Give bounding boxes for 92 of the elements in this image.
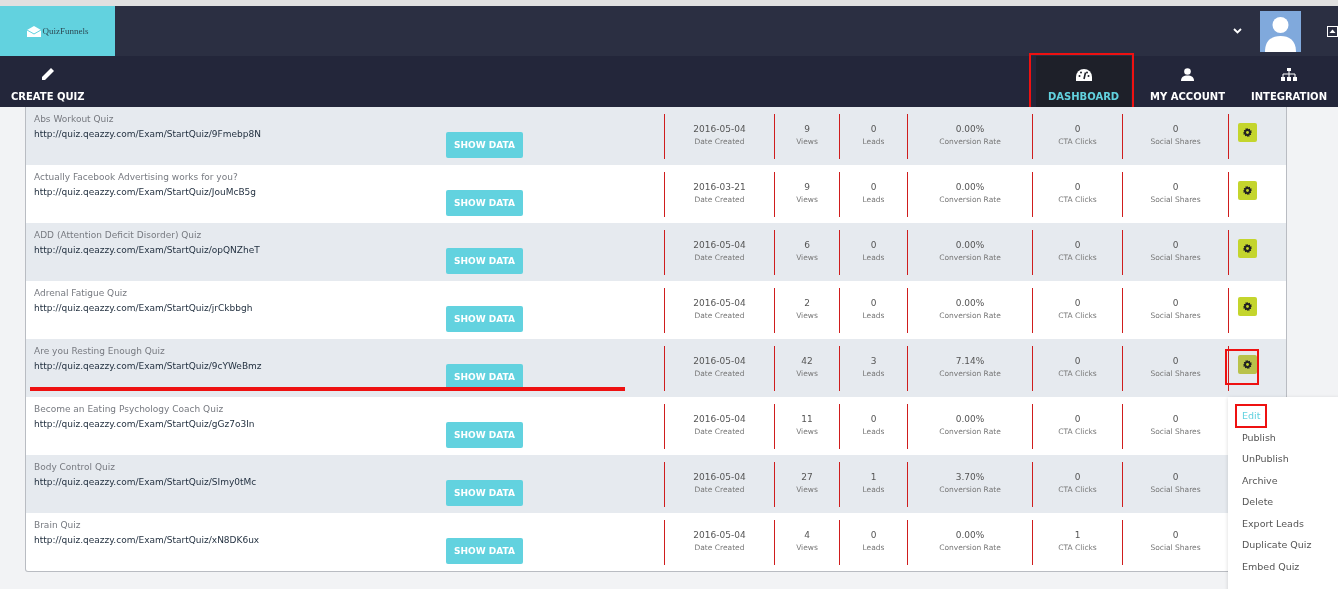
collapse-icon[interactable] (1327, 25, 1338, 37)
stat-value: 0 (1074, 240, 1081, 250)
quiz-name: Abs Workout Quiz (34, 114, 115, 124)
stat-value: 0 (1172, 240, 1179, 250)
stat-value: 0 (1074, 124, 1081, 134)
stat-value: 0 (1172, 356, 1179, 366)
menu-item[interactable]: Delete (1228, 491, 1288, 513)
stat-value: 2 (804, 298, 810, 308)
stat-value: 9 (804, 124, 810, 134)
quiz-link[interactable]: http://quiz.qeazzy.com/Exam/StartQuiz/9cYWeBmz (34, 361, 446, 371)
menu-item[interactable]: Embed Quiz (1228, 555, 1314, 577)
envelope-icon (26, 25, 41, 37)
settings-button[interactable] (1238, 297, 1257, 316)
gear-icon (1243, 360, 1252, 369)
quiz-name: Brain Quiz (34, 520, 82, 530)
stat-value: 0 (870, 124, 877, 134)
pencil-icon (40, 67, 55, 81)
quiz-link[interactable]: http://quiz.qeazzy.com/Exam/StartQuiz/xN8DK6ux (34, 535, 446, 545)
stat-value: 9 (804, 182, 810, 192)
sitemap-icon (1281, 68, 1297, 81)
quiz-link[interactable]: http://quiz.qeazzy.com/Exam/StartQuiz/jrCkbbgh (34, 303, 446, 313)
stat-value: 2016-05-04 (693, 356, 746, 366)
quiz-link[interactable]: http://quiz.qeazzy.com/Exam/StartQuiz/SImy0tMc (34, 477, 446, 487)
stat-value: 0 (1074, 472, 1081, 482)
quiz-name: Become an Eating Psychology Coach Quiz (34, 404, 225, 414)
stat-value: 11 (801, 414, 813, 424)
stat-value: 42 (801, 356, 813, 366)
menu-item[interactable]: Publish (1228, 426, 1290, 448)
gauge-icon (1075, 69, 1092, 81)
menu-item[interactable]: Archive (1228, 469, 1292, 491)
gear-icon (1243, 128, 1252, 137)
stat-value: 0 (870, 240, 877, 250)
stat-value: 0.00% (955, 530, 985, 540)
quiz-link[interactable]: http://quiz.qeazzy.com/Exam/StartQuiz/9Fmebp8N (34, 129, 446, 139)
stat-value: 0.00% (955, 182, 985, 192)
stat-value: 0 (870, 182, 877, 192)
stat-value: 3 (870, 356, 877, 366)
quiz-link[interactable]: http://quiz.qeazzy.com/Exam/StartQuiz/gGz7o3In (34, 419, 446, 429)
quiz-link[interactable]: http://quiz.qeazzy.com/Exam/StartQuiz/opQNZheT (34, 245, 446, 255)
stat-value: 0.00% (955, 124, 985, 134)
quiz-name: Adrenal Fatigue Quiz (34, 288, 129, 298)
menu-item[interactable]: UnPublish (1228, 448, 1303, 470)
stat-value: 3.70% (955, 472, 985, 482)
stat-value: 0 (870, 414, 877, 424)
stat-value: 0 (1172, 298, 1179, 308)
stat-value: 7.14% (955, 356, 985, 366)
quiz-name: Are you Resting Enough Quiz (34, 346, 166, 356)
stat-value: 0 (1172, 124, 1179, 134)
stat-value: 4 (804, 530, 810, 540)
stat-value: 2016-03-21 (693, 182, 746, 192)
quiz-name: ADD (Attention Deficit Disorder) Quiz (34, 230, 203, 240)
stat-value: 2016-05-04 (693, 472, 746, 482)
quiz-name: Actually Facebook Advertising works for you? (34, 172, 239, 182)
stat-value: 2016-05-04 (693, 124, 746, 134)
stat-value: 0 (1172, 530, 1179, 540)
stat-value: 0 (870, 530, 877, 540)
user-icon (1181, 68, 1194, 81)
nav-tab[interactable]: MY ACCOUNT (1139, 56, 1236, 107)
stat-value: 6 (804, 240, 810, 250)
menu-item[interactable]: Duplicate Quiz (1228, 534, 1326, 556)
stat-value: 0.00% (955, 240, 985, 250)
stat-value: 0 (1074, 356, 1081, 366)
nav-tab[interactable]: INTEGRATION (1239, 56, 1338, 107)
stat-value: 0 (1074, 414, 1081, 424)
stat-value: 2016-05-04 (693, 530, 746, 540)
stat-value: 0 (1074, 182, 1081, 192)
stat-value: 2016-05-04 (693, 240, 746, 250)
stat-value: 0 (870, 298, 877, 308)
stat-value: 1 (870, 472, 877, 482)
settings-button[interactable] (1238, 239, 1257, 258)
stat-value: 0 (1074, 298, 1081, 308)
create-quiz-button[interactable]: CREATE QUIZ (0, 56, 96, 107)
quiz-name: Body Control Quiz (34, 462, 116, 472)
stat-value: 0 (1172, 414, 1179, 424)
stat-value: 0 (1172, 472, 1179, 482)
stat-value: 2016-05-04 (693, 298, 746, 308)
stat-value: 0.00% (955, 298, 985, 308)
stat-value: 0 (1172, 182, 1179, 192)
stat-value: 0.00% (955, 414, 985, 424)
stat-value: 1 (1074, 530, 1081, 540)
gear-icon (1243, 244, 1252, 253)
chevron-down-icon[interactable] (1233, 28, 1242, 34)
gear-icon (1243, 186, 1252, 195)
settings-button[interactable] (1238, 181, 1257, 200)
settings-button[interactable] (1238, 123, 1257, 142)
logo[interactable]: QuizFunnels (0, 6, 115, 56)
stat-value: 2016-05-04 (693, 414, 746, 424)
settings-button[interactable] (1238, 355, 1257, 374)
menu-item[interactable]: Export Leads (1228, 512, 1318, 534)
stat-value: 27 (801, 472, 813, 482)
quiz-link[interactable]: http://quiz.qeazzy.com/Exam/StartQuiz/JouMcB5g (34, 187, 446, 197)
gear-icon (1243, 302, 1252, 311)
